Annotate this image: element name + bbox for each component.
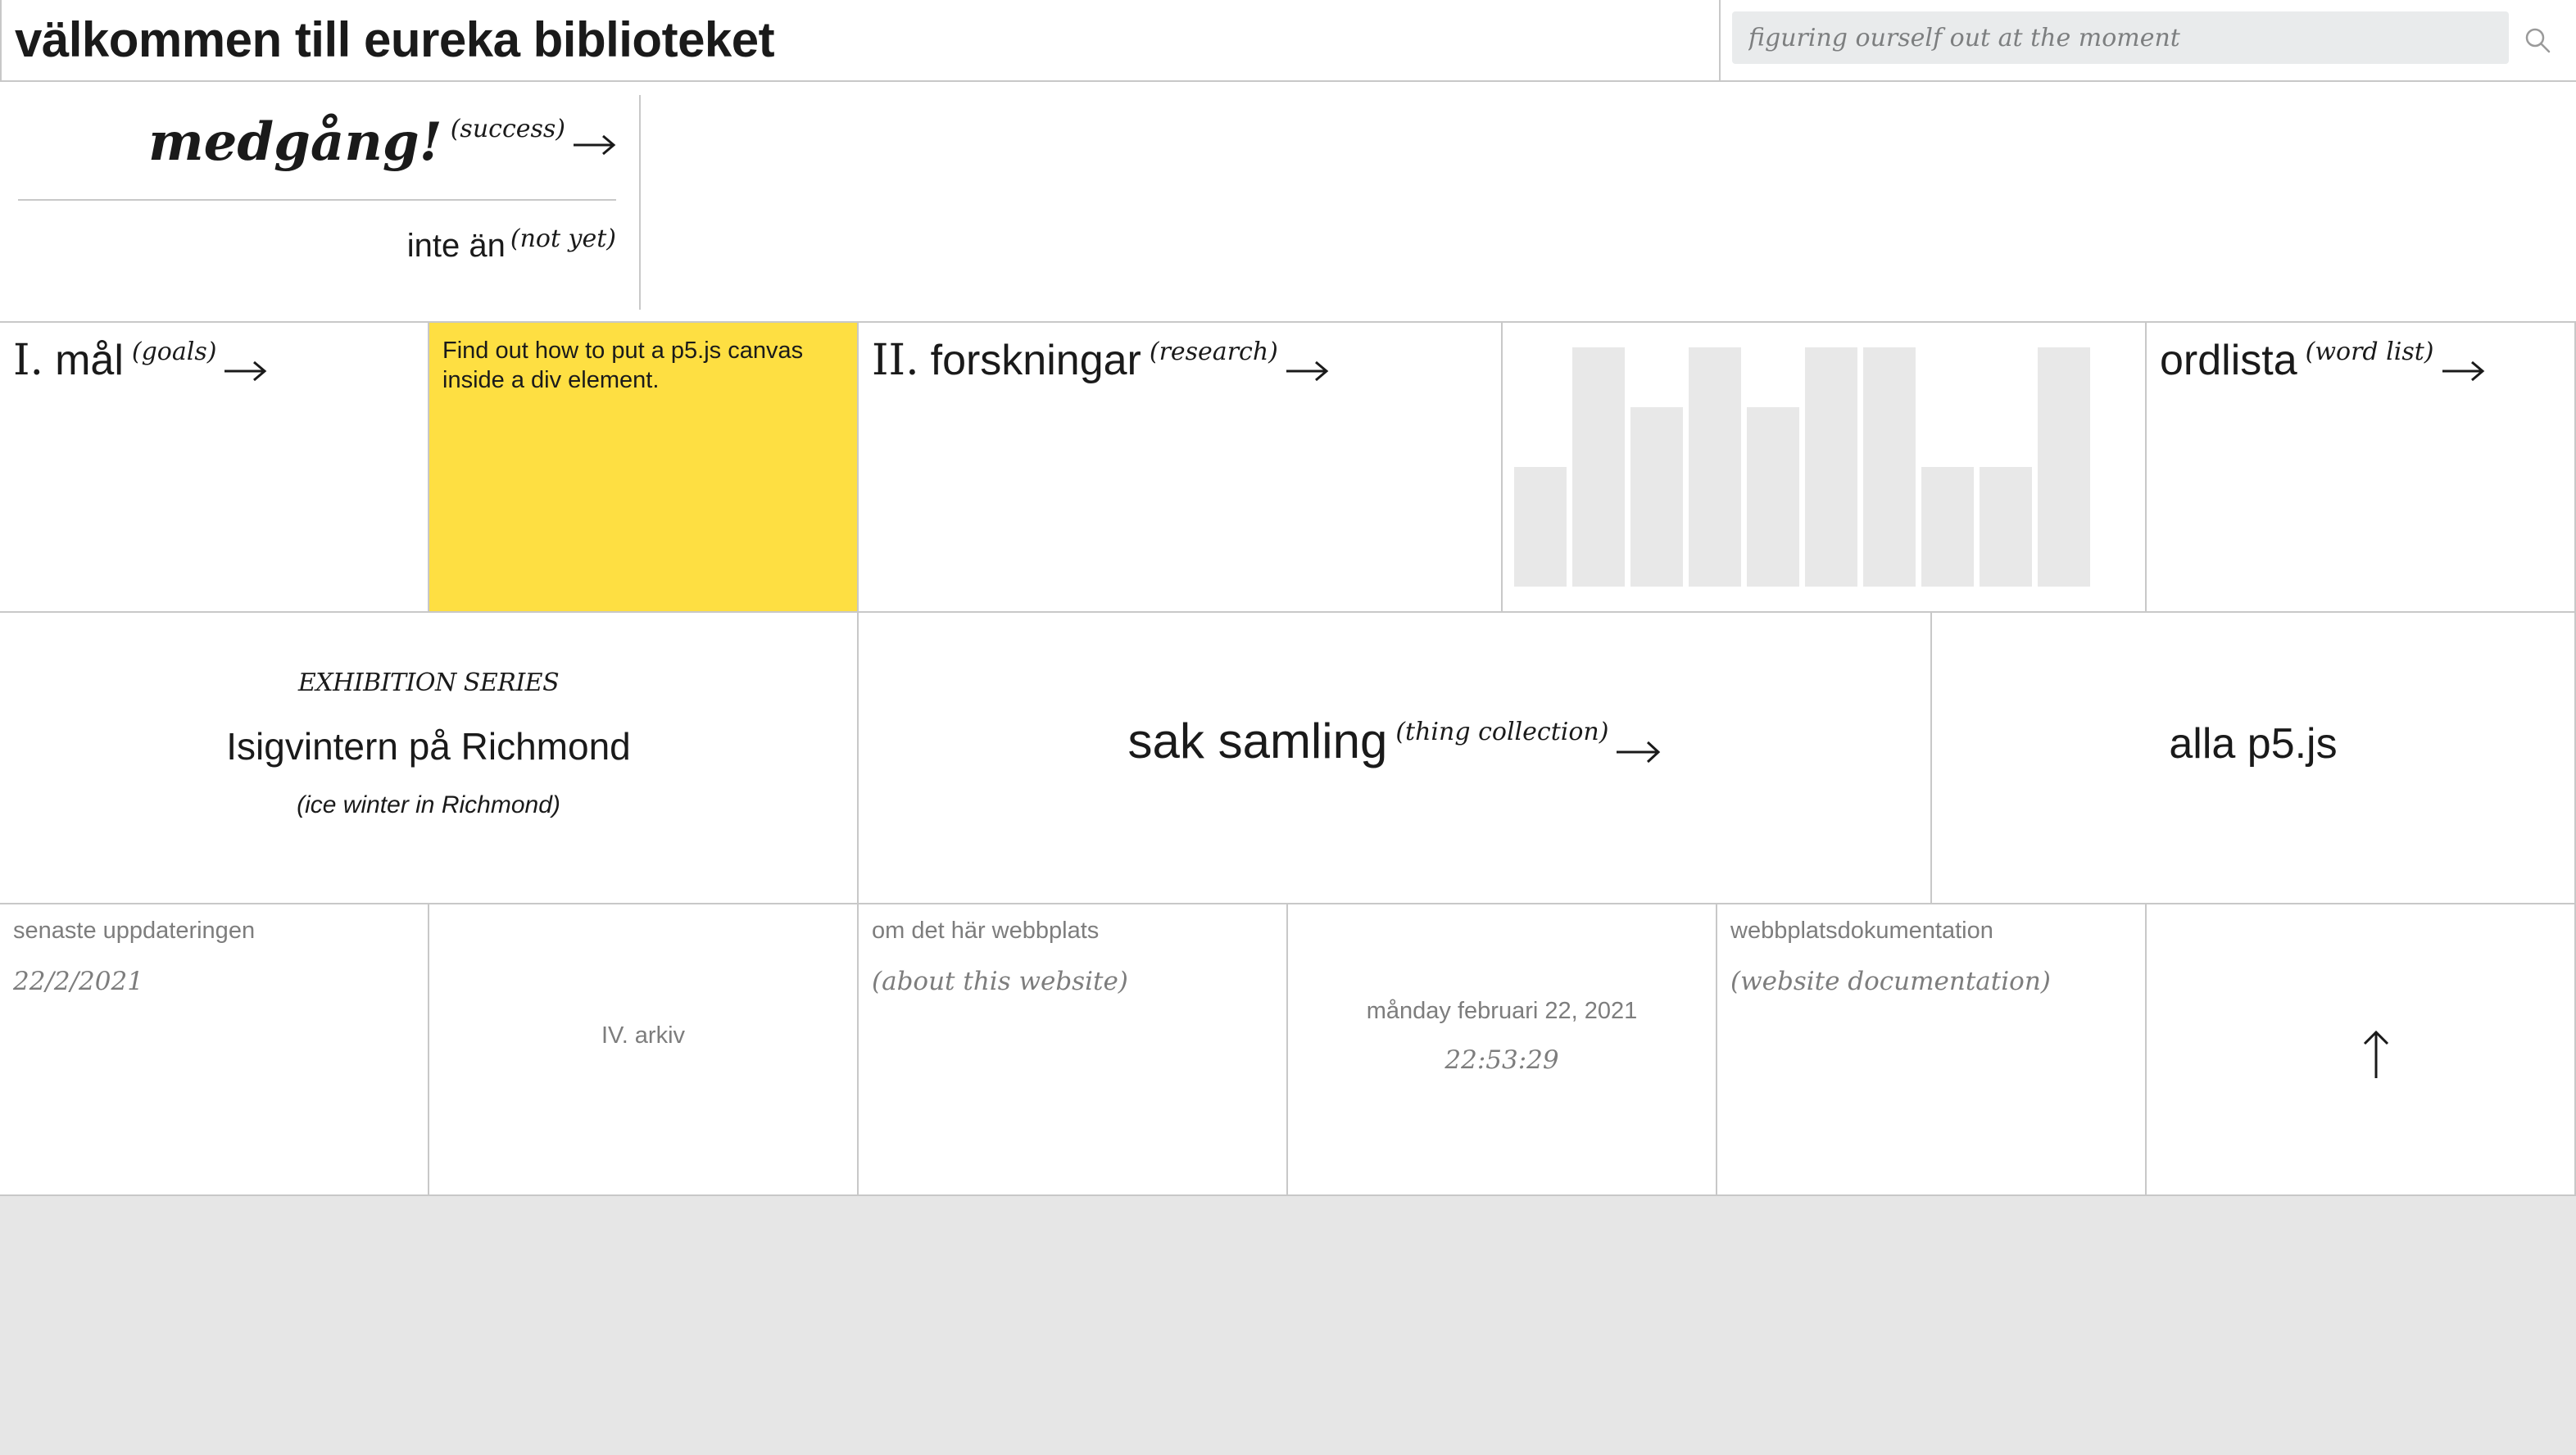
- site-header: välkommen till eureka biblioteket: [0, 0, 2576, 82]
- chart-bar: [1980, 467, 2032, 587]
- research-tile[interactable]: II. forskningar (research): [859, 323, 1503, 613]
- exhibition-title: Isigvintern på Richmond: [226, 725, 631, 768]
- chart-bar: [1572, 347, 1625, 587]
- arrow-right-icon: [2442, 360, 2484, 382]
- collection-label: sak samling: [1127, 714, 1388, 768]
- docs-gloss: (website documentation): [1730, 967, 2051, 996]
- chart-bar: [1747, 407, 1799, 587]
- chart-bar: [1921, 467, 1974, 587]
- arrow-right-icon: [1286, 360, 1329, 382]
- arrow-up-icon[interactable]: [2360, 1029, 2392, 1080]
- arrow-right-icon: [224, 360, 267, 382]
- collection-gloss: (thing collection): [1395, 718, 1609, 746]
- docs-label: webbplatsdokumentation: [1730, 918, 1993, 944]
- not-yet-link[interactable]: inte än (not yet): [407, 221, 616, 265]
- success-link[interactable]: medgång! (success): [148, 111, 616, 173]
- status-panel: medgång! (success) inte än (not yet): [0, 82, 641, 323]
- status-divider: [18, 199, 616, 201]
- exhibition-tile[interactable]: EXHIBITION SERIES Isigvintern på Richmon…: [0, 613, 859, 904]
- search-icon[interactable]: [2524, 26, 2551, 54]
- arrow-right-icon: [1617, 741, 1661, 764]
- docs-tile[interactable]: webbplatsdokumentation (website document…: [1717, 904, 2147, 1196]
- arrow-right-icon: [574, 134, 616, 156]
- about-label: om det här webbplats: [872, 918, 1100, 944]
- p5-label: alla p5.js: [2169, 720, 2338, 768]
- research-heading: II. forskningar (research): [872, 336, 1329, 385]
- goals-tile[interactable]: I. mål (goals): [0, 323, 429, 613]
- last-update-date: 22/2/2021: [13, 967, 143, 996]
- success-gloss: (success): [450, 115, 565, 143]
- site-title[interactable]: välkommen till eureka biblioteket: [15, 11, 775, 68]
- p5-tile[interactable]: alla p5.js: [1932, 613, 2576, 904]
- not-yet-gloss: (not yet): [510, 224, 616, 253]
- research-gloss: (research): [1149, 338, 1278, 366]
- back-to-top-tile[interactable]: [2147, 904, 2576, 1196]
- last-update-label: senaste uppdateringen: [13, 918, 256, 944]
- collection-tile[interactable]: sak samling (thing collection): [859, 613, 1932, 904]
- about-gloss: (about this website): [872, 967, 1128, 996]
- collection-heading: sak samling (thing collection): [859, 713, 1930, 769]
- goal-note-text: Find out how to put a p5.js canvas insid…: [442, 338, 804, 393]
- chart-bar: [1630, 407, 1683, 587]
- exhibition-series-label: EXHIBITION SERIES: [297, 669, 560, 697]
- success-label: medgång!: [147, 111, 442, 173]
- chart-bar: [1514, 467, 1567, 587]
- goals-number: I.: [13, 336, 44, 385]
- wordlist-tile[interactable]: ordlista (word list): [2147, 323, 2576, 613]
- search-input[interactable]: [1732, 11, 2509, 64]
- wordlist-heading: ordlista (word list): [2160, 336, 2485, 385]
- about-tile[interactable]: om det här webbplats (about this website…: [859, 904, 1288, 1196]
- clock-tile: månday februari 22, 2021 22:53:29: [1288, 904, 1717, 1196]
- wordlist-gloss: (word list): [2305, 338, 2434, 366]
- goal-note[interactable]: Find out how to put a p5.js canvas insid…: [429, 323, 859, 613]
- chart-bar: [1689, 347, 1741, 587]
- clock-date: månday februari 22, 2021: [1366, 998, 1638, 1024]
- activity-chart: [1503, 323, 2147, 613]
- clock-time: 22:53:29: [1444, 1045, 1559, 1075]
- wordlist-label: ordlista: [2160, 337, 2297, 384]
- chart-bar: [1863, 347, 1916, 587]
- exhibition-gloss: (ice winter in Richmond): [297, 791, 560, 818]
- not-yet-label: inte än: [406, 228, 506, 264]
- chart-bar: [2038, 347, 2090, 587]
- last-update-tile: senaste uppdateringen 22/2/2021: [0, 904, 429, 1196]
- chart-bar: [1805, 347, 1857, 587]
- chart-canvas: [1514, 347, 2090, 587]
- goals-gloss: (goals): [131, 338, 217, 366]
- goals-label: mål: [55, 337, 124, 384]
- archive-tile[interactable]: IV. arkiv: [429, 904, 859, 1196]
- status-panel-divider: [639, 95, 641, 310]
- goals-heading: I. mål (goals): [13, 336, 267, 385]
- header-divider: [1719, 0, 1721, 82]
- research-label: forskningar: [930, 337, 1141, 384]
- archive-label: IV. arkiv: [601, 1022, 686, 1049]
- research-number: II.: [872, 336, 919, 385]
- search-box: [1732, 11, 2509, 64]
